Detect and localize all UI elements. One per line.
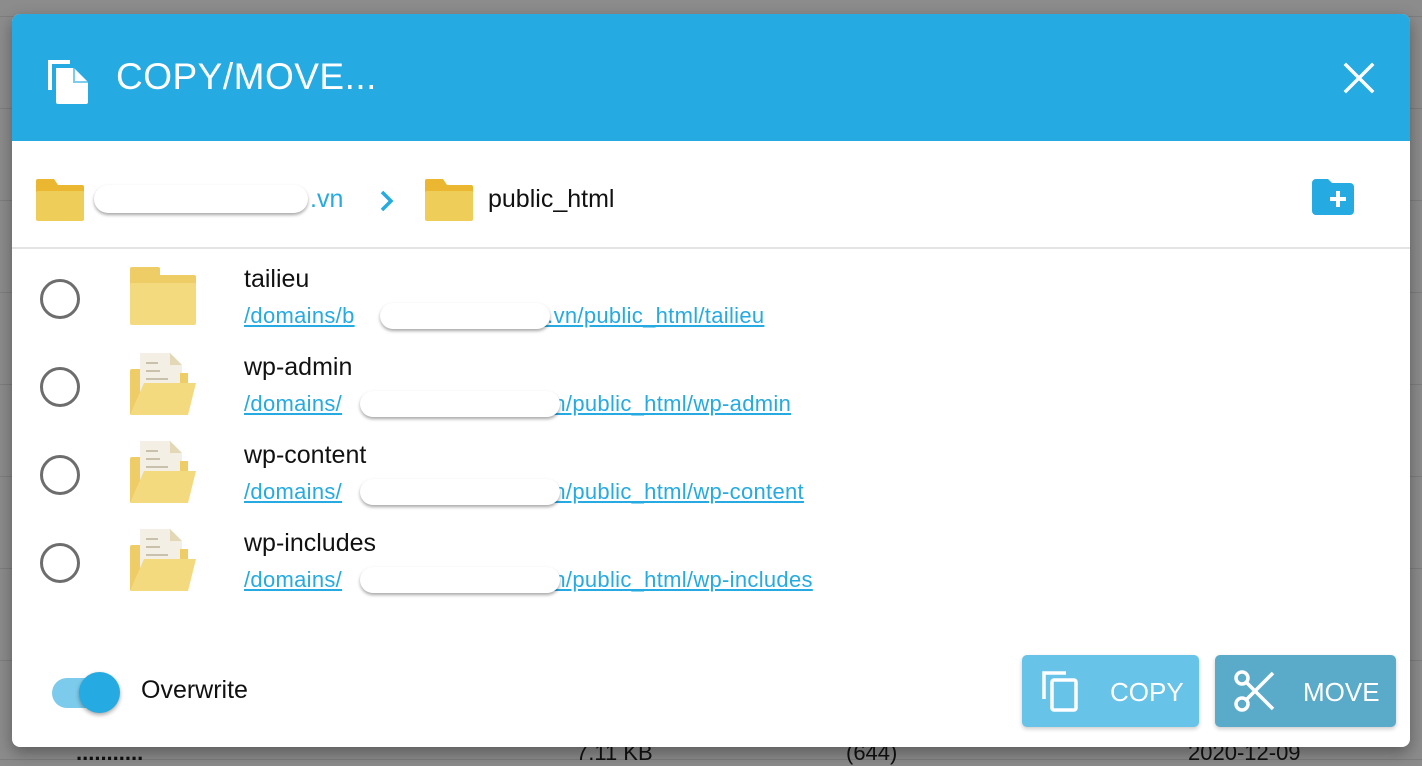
toggle-thumb [79,672,120,713]
path-prefix: /domains/ [244,567,343,592]
close-icon[interactable] [1342,61,1376,95]
folder-icon [425,179,473,221]
folder-name: tailieu [244,265,310,293]
redaction-mask [380,303,550,329]
select-radio[interactable] [40,543,80,583]
list-item[interactable]: wp-includes /domains/vn/public_html/wp-i… [12,515,1410,603]
path-suffix: vn/public_html/wp-admin [542,391,792,416]
path-suffix: n.vn/public_html/tailieu [534,303,765,328]
overwrite-toggle[interactable] [52,670,122,714]
list-item[interactable]: tailieu /domains/b n.vn/public_html/taili… [12,251,1410,339]
dialog-header: COPY/MOVE... [12,14,1410,141]
move-button-label: MOVE [1303,677,1380,707]
redaction-mask [94,185,308,213]
list-item[interactable]: wp-content /domains/vn/public_html/wp-co… [12,427,1410,515]
chevron-right-icon [380,190,394,212]
file-copy-icon [48,60,88,104]
folder-name: wp-content [244,441,367,469]
breadcrumb: .vn public_html [12,141,1410,249]
scissors-icon [1234,670,1275,712]
path-suffix: vn/public_html/wp-includes [542,567,813,592]
folder-name: wp-admin [244,353,353,381]
select-radio[interactable] [40,455,80,495]
folder-plus-icon[interactable] [1312,179,1354,215]
path-prefix: /domains/b [244,303,355,328]
folder-open-with-document-icon [130,441,196,503]
copy-icon [1042,671,1078,712]
redaction-mask [360,479,560,505]
folder-list: tailieu /domains/b n.vn/public_html/taili… [12,251,1410,603]
breadcrumb-root-link[interactable]: .vn [310,185,343,214]
copy-move-dialog: COPY/MOVE... .vn public_html tailieu /do… [12,14,1410,747]
redaction-mask [360,391,560,417]
list-item[interactable]: wp-admin /domains/vn/public_html/wp-admi… [12,339,1410,427]
copy-button-label: COPY [1110,677,1184,707]
overwrite-label: Overwrite [141,676,248,704]
folder-open-with-document-icon [130,353,196,415]
select-radio[interactable] [40,279,80,319]
select-radio[interactable] [40,367,80,407]
redaction-mask [360,567,560,593]
folder-open-with-document-icon [130,529,196,591]
dialog-title: COPY/MOVE... [116,56,377,97]
move-button[interactable]: MOVE [1215,655,1396,727]
folder-icon [36,179,84,221]
path-prefix: /domains/ [244,391,343,416]
path-suffix: vn/public_html/wp-content [542,479,804,504]
copy-button[interactable]: COPY [1022,655,1199,727]
breadcrumb-current: public_html [488,185,615,213]
path-prefix: /domains/ [244,479,343,504]
folder-name: wp-includes [244,529,377,557]
folder-closed-icon [130,267,196,325]
